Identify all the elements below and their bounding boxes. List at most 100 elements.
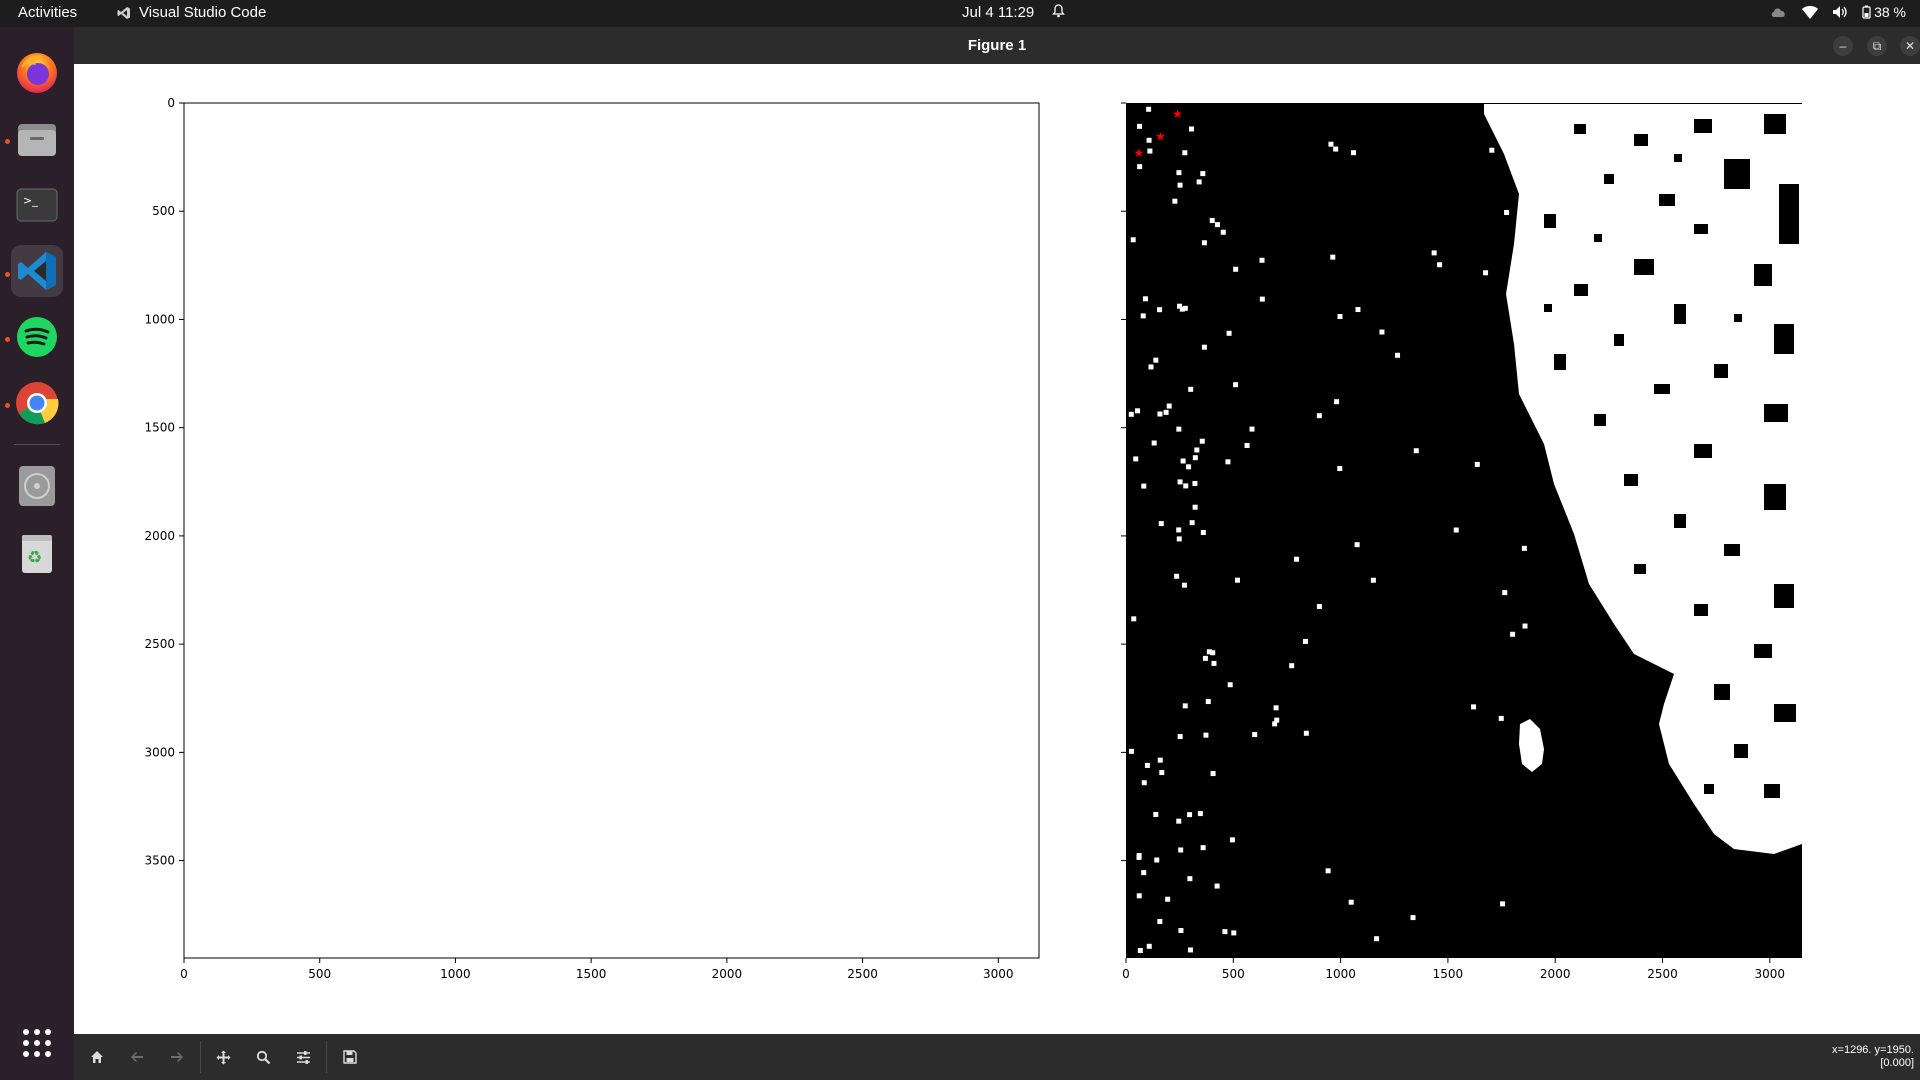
mask-speckle [1210, 771, 1216, 777]
mask-speckle [1133, 456, 1139, 462]
mask-speckle [1141, 780, 1147, 786]
mask-speckle [1159, 770, 1165, 776]
mask-speckle [1136, 854, 1142, 860]
dock: >_ ♻ [0, 27, 74, 1080]
mask-speckle [1153, 811, 1159, 817]
maximize-button[interactable]: ⧉ [1867, 36, 1887, 56]
show-applications-button[interactable] [11, 1017, 63, 1069]
dock-files[interactable] [11, 113, 63, 165]
cloud-icon [1771, 8, 1785, 17]
left-y-tick-label: 500 [152, 204, 175, 218]
mask-speckle [1147, 148, 1153, 154]
pan-button[interactable] [210, 1045, 236, 1069]
mask-speckle [1172, 198, 1178, 204]
mask-speckle [1259, 296, 1265, 302]
mask-speckle [1225, 459, 1231, 465]
firefox-icon [17, 53, 57, 93]
mask-speckle [1128, 411, 1134, 417]
mask-speckle [1130, 237, 1136, 243]
mask-speckle [1153, 357, 1159, 363]
close-button[interactable]: ✕ [1900, 36, 1920, 56]
mask-speckle [1413, 448, 1419, 454]
right-x-tick-label: 0 [1122, 967, 1130, 981]
mask-speckle [1334, 399, 1340, 405]
mask-speckle [1142, 296, 1148, 302]
mask-speckle [1176, 818, 1182, 824]
mask-speckle [1200, 171, 1206, 177]
chrome-running-dot [5, 403, 10, 408]
mask-speckle [1176, 426, 1182, 432]
activities-button[interactable]: Activities [18, 4, 77, 21]
mask-speckle [1214, 222, 1220, 228]
vscode-running-dot [5, 272, 10, 277]
dock-spotify[interactable] [11, 311, 63, 363]
mask-speckle [1178, 847, 1184, 853]
dock-disc[interactable] [11, 460, 63, 512]
wifi-icon [1802, 5, 1819, 19]
vscode-icon [18, 252, 56, 290]
mask-speckle [1348, 899, 1354, 905]
spotify-running-dot [5, 337, 10, 342]
red-star-marker: ★ [1133, 146, 1144, 160]
mask-speckle [1137, 164, 1143, 170]
mask-speckle [1521, 545, 1527, 551]
battery-icon [1862, 5, 1871, 19]
mask-speckle [1199, 438, 1205, 444]
mask-speckle [1330, 254, 1336, 260]
mask-speckle [1316, 604, 1322, 610]
mask-speckle [1135, 408, 1141, 414]
right-axes: ★ ★ ★ 0 500 1000 1500 2000 2500 3000 [1121, 102, 1802, 981]
configure-subplots-button[interactable] [290, 1045, 316, 1069]
home-icon [91, 1051, 103, 1063]
cursor-coordinates: x=1296. y=1950. [0.000] [1832, 1044, 1914, 1070]
mask-speckle [1181, 582, 1187, 588]
save-button[interactable] [337, 1045, 363, 1069]
spotify-icon [17, 317, 57, 357]
terminal-icon: >_ [16, 188, 58, 222]
mask-speckle [1166, 403, 1172, 409]
mask-speckle [1146, 943, 1152, 949]
mask-speckle [1355, 307, 1361, 313]
left-y-tick-label: 3500 [144, 854, 175, 868]
mask-speckle [1136, 123, 1142, 129]
mask-speckle [1437, 262, 1443, 268]
mask-speckle [1158, 521, 1164, 527]
show-applications-icon [23, 1029, 51, 1057]
mask-speckle [1186, 464, 1192, 470]
dock-separator [14, 444, 60, 445]
window-titlebar[interactable]: Figure 1 – ⧉ ✕ [74, 27, 1920, 64]
mask-speckle [1337, 314, 1343, 320]
bell-icon[interactable] [1052, 4, 1065, 21]
mask-speckle [1165, 896, 1171, 902]
left-x-tick-label: 3000 [983, 967, 1014, 981]
back-button[interactable] [124, 1045, 150, 1069]
save-icon [343, 1050, 357, 1064]
forward-button[interactable] [164, 1045, 190, 1069]
mask-speckle [1328, 141, 1334, 147]
app-menu[interactable]: Visual Studio Code [117, 4, 266, 21]
mask-speckle [1182, 703, 1188, 709]
minimize-button[interactable]: – [1833, 36, 1853, 56]
battery-status: 38 % [1862, 4, 1906, 20]
dock-vscode[interactable] [11, 245, 63, 297]
home-button[interactable] [84, 1045, 110, 1069]
mask-speckle [1489, 147, 1495, 153]
dock-trash[interactable]: ♻ [11, 526, 63, 578]
mask-speckle [1500, 901, 1506, 907]
mask-speckle [1522, 623, 1528, 629]
system-tray[interactable]: 38 % [1770, 4, 1906, 20]
mask-speckle [1259, 257, 1265, 263]
chrome-icon [16, 382, 59, 425]
clock[interactable]: Jul 4 11:29 [962, 4, 1034, 21]
mask-speckle [1141, 870, 1147, 876]
dock-firefox[interactable] [11, 46, 63, 98]
mask-speckle [1227, 682, 1233, 688]
dock-chrome[interactable] [11, 377, 63, 429]
figure-canvas[interactable]: 0 500 1000 1500 2000 2500 3000 0 500 1000 1500 200… [74, 64, 1920, 1034]
dock-terminal[interactable]: >_ [11, 179, 63, 231]
mask-speckle [1197, 811, 1203, 817]
mask-speckle [1410, 915, 1416, 921]
right-x-tick-label: 500 [1222, 967, 1245, 981]
mask-speckle [1273, 705, 1279, 711]
zoom-button[interactable] [250, 1045, 276, 1069]
